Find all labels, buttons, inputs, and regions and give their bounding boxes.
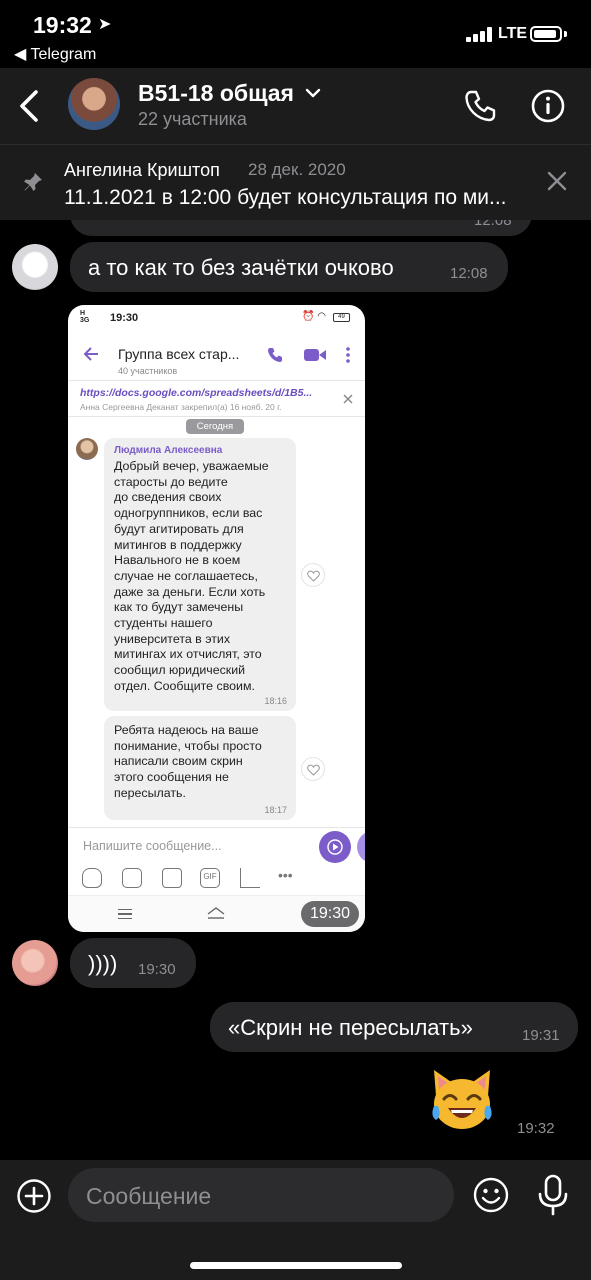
photo-mic-edge — [357, 831, 365, 863]
pinned-text: 11.1.2021 в 12:00 будет консультация по … — [64, 186, 507, 209]
pin-icon — [24, 173, 42, 191]
close-icon — [343, 394, 353, 404]
photo-message-author: Людмила Алексеевна — [114, 445, 223, 456]
sticker-icon — [82, 868, 102, 888]
sender-avatar[interactable] — [12, 940, 58, 986]
photo-date-divider: Сегодня — [186, 419, 244, 434]
status-bar: 19:32 ➤ ◀ Telegram LTE — [0, 0, 591, 68]
photo-message-text: Ребята надеюсь на ваше понимание, чтобы … — [114, 723, 262, 800]
location-arrow-icon: ➤ — [98, 16, 112, 33]
video-icon — [304, 349, 326, 361]
photo-message-time: 18:16 — [264, 696, 287, 706]
network-type: LTE — [498, 25, 528, 42]
chevron-down-icon[interactable] — [304, 84, 322, 102]
message-time: 19:30 — [138, 961, 176, 978]
back-arrow-icon — [83, 347, 98, 361]
message-bubble[interactable]: )))) 19:30 — [70, 938, 196, 988]
alarm-wifi-icon: ⏰ ◠ — [302, 311, 326, 322]
photo-chat-title: Группа всех стар... — [118, 346, 240, 362]
pinned-date: 28 дек. 2020 — [248, 160, 346, 179]
photo-message[interactable]: H 3G 19:30 ⏰ ◠ 49 Группа всех стар... 40 … — [68, 305, 365, 932]
more-horizontal-icon: ••• — [278, 867, 293, 883]
photo-pinned-bar: https://docs.google.com/spreadsheets/d/1… — [68, 381, 365, 417]
message-text: )))) — [88, 951, 118, 976]
message-time: 19:31 — [522, 1027, 560, 1044]
attach-plus-icon[interactable] — [16, 1178, 52, 1214]
phone-icon — [268, 348, 282, 362]
photo-status-time: 19:30 — [110, 312, 139, 324]
photo-message-bubble: Ребята надеюсь на ваше понимание, чтобы … — [104, 716, 296, 820]
message-input[interactable]: Сообщение — [68, 1168, 454, 1222]
photo-toolbar-icons: GIF ••• — [82, 868, 352, 888]
pinned-author: Ангелина Криштоп — [64, 160, 220, 180]
message-input-placeholder: Сообщение — [86, 1183, 212, 1209]
photo-send-icon — [319, 831, 351, 863]
group-avatar[interactable] — [68, 78, 120, 130]
message-text: «Скрин не пересылать» — [228, 1015, 473, 1040]
member-count: 22 участника — [138, 109, 247, 129]
photo-sender-avatar — [76, 438, 98, 460]
back-arrow-icon[interactable] — [14, 86, 50, 126]
message-bubble[interactable]: а то как то без зачётки очково 12:08 — [70, 242, 508, 292]
pinned-message-bar[interactable]: Ангелина Криштоп 28 дек. 2020 11.1.2021 … — [0, 144, 591, 220]
phone-icon[interactable] — [462, 88, 498, 124]
more-vertical-icon — [346, 347, 350, 363]
message-list[interactable]: 12:08 а то как то без зачётки очково 12:… — [0, 220, 591, 1160]
close-pinned-icon[interactable] — [546, 170, 568, 192]
photo-pinned-link: https://docs.google.com/spreadsheets/d/1… — [80, 387, 313, 399]
message-bubble[interactable] — [70, 220, 532, 236]
menu-icon — [118, 909, 132, 919]
home-icon — [207, 907, 225, 919]
message-time: 19:32 — [517, 1120, 555, 1137]
message-bubble[interactable]: «Скрин не пересылать» 19:31 — [210, 1002, 578, 1052]
back-to-app-link[interactable]: ◀ Telegram — [14, 44, 96, 64]
photo-message-bubble: Людмила Алексеевна Добрый вечер, уважаем… — [104, 438, 296, 711]
emoji-icon[interactable] — [472, 1176, 510, 1214]
home-indicator — [190, 1262, 402, 1269]
photo-chat-header: Группа всех стар... 40 участников — [68, 329, 365, 381]
info-icon[interactable] — [530, 88, 566, 124]
crying-laughing-cat-sticker[interactable] — [428, 1066, 496, 1132]
gif-icon: GIF — [200, 868, 220, 888]
poll-icon — [240, 868, 260, 888]
chat-header: B51-18 общая 22 участника — [0, 68, 591, 144]
signal-icon — [466, 26, 494, 42]
microphone-icon[interactable] — [536, 1174, 570, 1216]
photo-battery: 49 — [333, 313, 350, 322]
message-time: 12:08 — [450, 265, 488, 282]
photo-status-bar: H 3G 19:30 ⏰ ◠ 49 — [68, 305, 365, 329]
status-time: 19:32 — [33, 12, 92, 38]
camera-icon — [162, 868, 182, 888]
message-time: 12:08 — [474, 220, 512, 229]
photo-input-placeholder: Напишите сообщение... — [83, 839, 222, 853]
photo-pinned-by: Анна Сергеевна Деканат закрепил(а) 16 но… — [80, 402, 282, 412]
message-text: а то как то без зачётки очково — [88, 255, 394, 280]
heart-icon — [301, 757, 325, 781]
photo-chat-subtitle: 40 участников — [118, 366, 178, 376]
message-input-bar: Сообщение — [0, 1160, 591, 1280]
heart-icon — [301, 563, 325, 587]
photo-input-bar: Напишите сообщение... GIF ••• — [68, 827, 365, 895]
gallery-icon — [122, 868, 142, 888]
sender-avatar[interactable] — [12, 244, 58, 290]
message-time: 19:30 — [301, 901, 359, 927]
photo-network: H 3G — [80, 310, 90, 324]
battery-icon — [530, 26, 562, 42]
photo-message-text: Добрый вечер, уважаемые старосты до веди… — [114, 459, 269, 693]
photo-message-time: 18:17 — [264, 805, 287, 815]
battery-tip — [564, 31, 567, 37]
group-title[interactable]: B51-18 общая — [138, 80, 294, 107]
